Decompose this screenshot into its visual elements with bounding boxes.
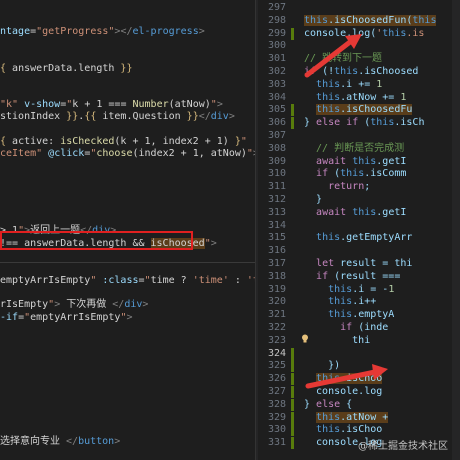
- code-line: if (!this.isChoosed: [304, 66, 419, 77]
- code-line: if (inde: [340, 322, 389, 333]
- code-line: { answerData.length }}: [0, 63, 133, 74]
- line-number: 323: [267, 334, 286, 346]
- line-number: 317: [267, 258, 286, 269]
- line-number: 303: [267, 78, 286, 90]
- left-editor-pane[interactable]: ntage="getProgress"></el-progress> { ans…: [0, 0, 255, 460]
- modified-line-marker: [291, 424, 294, 437]
- modified-line-marker: [291, 411, 294, 424]
- code-line: this.isChoosedFu: [316, 104, 413, 116]
- modified-line-marker: [291, 437, 294, 450]
- code-line: this.i += 1: [316, 78, 383, 90]
- code-line: this.i++: [328, 296, 377, 308]
- line-number: 314: [267, 219, 286, 231]
- code-line: this.emptyA: [328, 309, 395, 321]
- modified-line-marker: [291, 117, 294, 130]
- code-line: }: [304, 194, 323, 205]
- code-line: ntage="getProgress"></el-progress>: [0, 26, 205, 37]
- line-number: 318: [267, 270, 286, 282]
- line-number: 312: [267, 194, 286, 205]
- modified-line-marker: [291, 27, 294, 40]
- modified-line-marker: [291, 373, 294, 386]
- code-line: console.log('this.is: [304, 27, 425, 39]
- modified-line-marker: [291, 360, 294, 373]
- code-line: this.isChoo: [316, 424, 383, 436]
- code-line: { active: isChecked(k + 1, index2 + 1) }…: [0, 136, 247, 147]
- code-line: this.atNow +: [316, 411, 389, 423]
- code-line: let result = thi: [316, 258, 413, 269]
- line-number: 302: [267, 66, 286, 77]
- line-number: 322: [267, 322, 286, 333]
- code-line: if (result ===: [316, 270, 401, 282]
- watermark: @稀土掘金技术社区: [358, 441, 448, 452]
- modified-line-marker: [291, 386, 294, 398]
- code-line: emptyArrIsEmpty" :class="time ? 'time' :…: [0, 275, 255, 286]
- code-line: this.getEmptyArr: [316, 232, 413, 244]
- line-number: 324: [267, 347, 286, 359]
- code-line: this.isChoo: [316, 373, 383, 385]
- code-line: thi: [304, 334, 371, 346]
- line-number: 299: [267, 27, 286, 39]
- line-number: 319: [267, 283, 286, 295]
- line-number: 304: [267, 91, 286, 103]
- code-line: return;: [328, 181, 371, 193]
- line-number: 315: [267, 232, 286, 244]
- code-line: await this.getI: [316, 155, 407, 167]
- line-number: 301: [267, 53, 286, 65]
- code-line: -if="emptyArrIsEmpty">: [0, 312, 133, 323]
- red-highlight-box: [0, 231, 193, 250]
- scrollbar[interactable]: [452, 0, 460, 460]
- code-line: "k" v-show="k + 1 === Number(atNow)">: [0, 99, 223, 110]
- line-number: 321: [267, 309, 286, 321]
- line-number: 308: [267, 142, 286, 154]
- line-number: 316: [267, 245, 286, 257]
- code-line: stionIndex }}.{{ item.Question }}</div>: [0, 111, 235, 122]
- code-line: this.atNow += 1: [316, 91, 407, 103]
- line-number-gutter: 297 298 299 300 301 302 303 304 305 306 307 308 309 3…: [258, 0, 296, 460]
- line-number: 297: [267, 2, 286, 13]
- line-number: 328: [267, 398, 286, 410]
- line-number: 326: [267, 373, 286, 385]
- line-number: 320: [267, 296, 286, 308]
- line-number: 327: [267, 386, 286, 397]
- code-line: this.isChoosedFun(this: [304, 14, 437, 26]
- line-number: 309: [267, 155, 286, 167]
- code-line: // 跳转到下一题: [304, 53, 383, 65]
- line-number: 329: [267, 411, 286, 423]
- code-line: if (this.isComm: [316, 168, 407, 180]
- line-number: 331: [267, 437, 286, 449]
- code-line: // 判断是否完成测: [304, 142, 405, 154]
- code-line: } else {: [304, 398, 353, 410]
- line-number: 300: [267, 40, 286, 52]
- line-number: 330: [267, 424, 286, 436]
- code-line: ceItem" @click="choose(index2 + 1, atNow…: [0, 148, 255, 159]
- lightbulb-icon[interactable]: [301, 334, 309, 343]
- code-line: 选择意向专业 </button>: [0, 436, 121, 447]
- code-line: rIsEmpty"> 下次再做 </div>: [0, 299, 149, 310]
- line-number: 325: [267, 360, 286, 372]
- line-number: 310: [267, 168, 286, 180]
- line-number: 305: [267, 104, 286, 116]
- code-line: this.i = -1: [328, 283, 395, 295]
- modified-line-marker: [291, 398, 294, 411]
- line-number: 306: [267, 117, 286, 129]
- code-line: }): [304, 360, 341, 372]
- line-number: 298: [267, 14, 286, 26]
- line-number: 307: [267, 130, 286, 141]
- modified-line-marker: [291, 347, 294, 360]
- line-number: 313: [267, 206, 286, 218]
- code-line: console.log: [304, 386, 383, 397]
- right-editor-pane[interactable]: 297 298 299 300 301 302 303 304 305 306 307 308 309 3…: [258, 0, 460, 460]
- modified-line-marker: [291, 104, 294, 117]
- code-line: } else if (this.isCh: [304, 117, 425, 129]
- divider: [0, 262, 255, 263]
- code-line: await this.getI: [316, 206, 407, 218]
- line-number: 311: [267, 181, 286, 193]
